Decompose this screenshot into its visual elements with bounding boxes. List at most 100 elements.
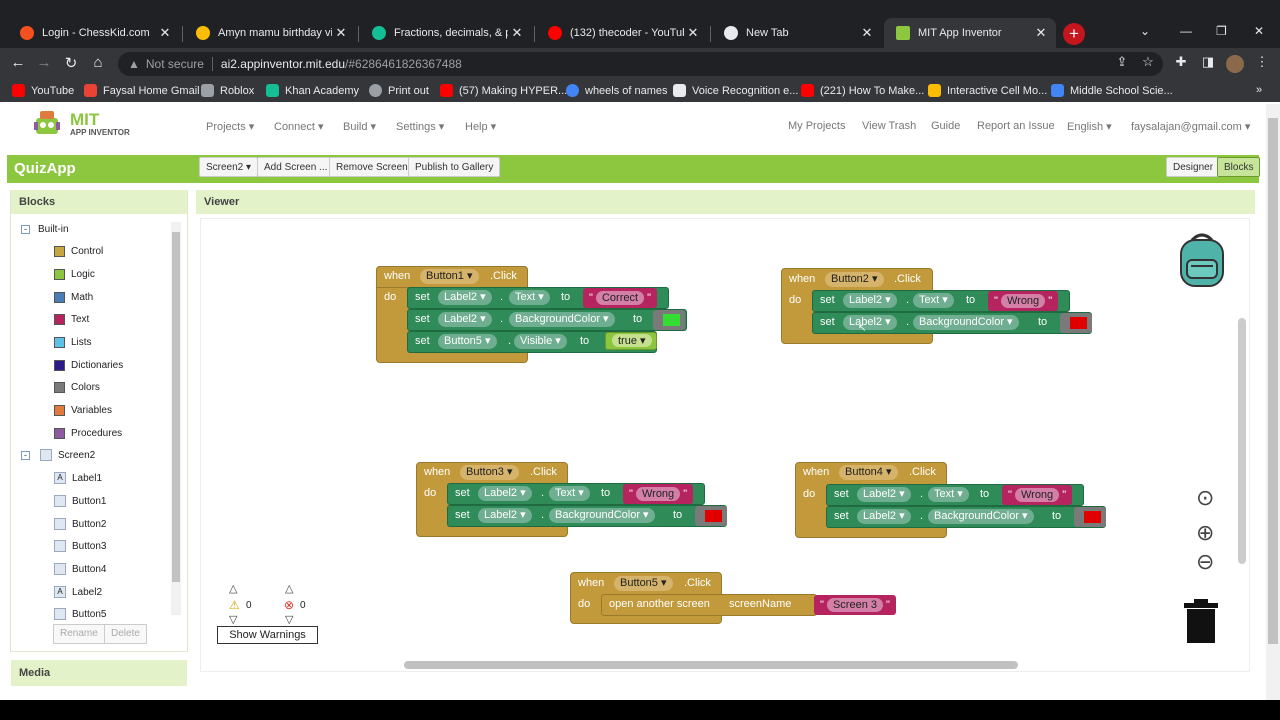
tab-youtube-thecoder[interactable]: (132) thecoder - YouTube ✕ [536,18,708,48]
close-icon[interactable]: ✕ [508,25,526,41]
menu-build[interactable]: Build ▾ [343,120,376,133]
tree-button4[interactable]: Button4 [54,563,106,575]
blocks-scrollbar-thumb[interactable] [172,232,180,582]
tab-chesskid[interactable]: Login - ChessKid.com ✕ [8,18,180,48]
tab-new-tab[interactable]: New Tab ✕ [712,18,882,48]
button4-dropdown[interactable]: Button4 ▾ [839,465,898,480]
share-icon[interactable]: ⇪ [1112,54,1132,70]
tree-label2[interactable]: A Label2 [54,586,102,598]
button1-dropdown[interactable]: Button1 ▾ [420,269,479,284]
forward-icon[interactable]: → [34,54,54,71]
trash-icon[interactable] [1182,597,1220,645]
text-string-block[interactable]: " Correct " [583,288,657,308]
warning-prev-icon[interactable]: △ [229,582,237,595]
menu-settings[interactable]: Settings ▾ [396,120,444,133]
sidebar-icon[interactable]: ◨ [1198,54,1218,70]
link-my-projects[interactable]: My Projects [788,120,845,132]
tree-screen2[interactable]: Screen2 [40,449,95,461]
add-screen-button[interactable]: Add Screen ... [257,157,335,177]
menu-help[interactable]: Help ▾ [465,120,496,133]
bgcolor-property-dropdown[interactable]: BackgroundColor ▾ [913,315,1019,330]
tree-button2[interactable]: Button2 [54,518,106,530]
green-color-swatch[interactable] [663,314,680,326]
label2-dropdown[interactable]: Label2 ▾ [478,486,532,501]
window-close-icon[interactable]: ✕ [1254,24,1264,38]
recenter-icon[interactable]: ⊙ [1196,485,1214,511]
avatar[interactable] [1226,55,1244,73]
text-property-dropdown[interactable]: Text ▾ [509,290,550,305]
tree-lists[interactable]: Lists [54,337,92,348]
button2-dropdown[interactable]: Button2 ▾ [825,272,884,287]
red-color-swatch[interactable] [1084,511,1101,523]
close-icon[interactable]: ✕ [858,25,876,41]
tree-text[interactable]: Text [54,314,89,325]
text-property-dropdown[interactable]: Text ▾ [928,487,969,502]
show-warnings-button[interactable]: Show Warnings [217,626,318,644]
red-color-swatch[interactable] [705,510,722,522]
text-string-block[interactable]: " Wrong " [988,291,1059,311]
menu-connect[interactable]: Connect ▾ [274,120,324,133]
tree-control[interactable]: Control [54,246,103,257]
button3-dropdown[interactable]: Button3 ▾ [460,465,519,480]
text-string-block[interactable]: " Wrong " [623,484,694,504]
kebab-menu-icon[interactable]: ⋮ [1252,54,1272,70]
close-icon[interactable]: ✕ [156,25,174,41]
bookmark-how-to-make[interactable]: (221) How To Make... [801,84,924,97]
bookmark-making-hyper[interactable]: (57) Making HYPER... [440,84,567,97]
close-icon[interactable]: ✕ [1032,25,1050,41]
address-bar[interactable]: ▲ Not secure ai2.appinventor.mit.edu/#62… [118,52,1163,76]
warning-icon[interactable]: ▲ [128,57,140,71]
close-icon[interactable]: ✕ [332,25,350,41]
label2-dropdown[interactable]: Label2 ▾ [857,487,911,502]
home-icon[interactable]: ⌂ [88,54,108,71]
bookmark-voice-recognition[interactable]: Voice Recognition e... [673,84,798,97]
label2-dropdown[interactable]: Label2 ▾ [843,293,897,308]
bookmark-print-out[interactable]: Print out [369,84,429,97]
rename-button[interactable]: Rename [53,624,105,644]
color-block[interactable] [695,506,727,526]
tree-builtin[interactable]: Built-in [38,224,69,235]
new-tab-button[interactable]: + [1063,23,1085,45]
remove-screen-button[interactable]: Remove Screen [329,157,415,177]
screen-select[interactable]: Screen2 ▾ [199,157,259,177]
close-icon[interactable]: ✕ [684,25,702,41]
bookmark-roblox[interactable]: Roblox [201,84,254,97]
link-report-issue[interactable]: Report an Issue [977,120,1055,132]
bookmark-star-icon[interactable]: ☆ [1138,54,1158,70]
menu-projects[interactable]: Projects ▾ [206,120,254,133]
error-prev-icon[interactable]: △ [285,582,293,595]
language-select[interactable]: English ▾ [1067,120,1112,133]
true-logic-block[interactable]: true ▾ [605,332,657,350]
tree-label1[interactable]: A Label1 [54,472,102,484]
minimize-icon[interactable]: — [1180,24,1192,38]
text-property-dropdown[interactable]: Text ▾ [549,486,590,501]
collapse-builtin-icon[interactable]: - [21,225,30,234]
account-menu[interactable]: faysalajan@gmail.com ▾ [1131,120,1250,133]
label2-dropdown[interactable]: Label2 ▾ [857,509,911,524]
text-string-block[interactable]: " Wrong " [1002,485,1073,505]
zoom-out-icon[interactable]: ⊖ [1196,549,1214,575]
page-scrollbar-thumb[interactable] [1268,118,1278,644]
color-block[interactable] [1074,507,1106,527]
bookmark-khan-academy[interactable]: Khan Academy [266,84,359,97]
tab-search-icon[interactable]: ⌄ [1140,24,1150,38]
tab-birthday-video[interactable]: Amyn mamu birthday video✕ [184,18,356,48]
bgcolor-property-dropdown[interactable]: BackgroundColor ▾ [549,508,655,523]
delete-button[interactable]: Delete [104,624,147,644]
tree-button3[interactable]: Button3 [54,540,106,552]
bookmark-interactive-cell[interactable]: Interactive Cell Mo... [928,84,1047,97]
bookmark-gmail[interactable]: Faysal Home Gmail [84,84,200,97]
back-icon[interactable]: ← [8,54,28,71]
maximize-icon[interactable]: ❐ [1216,24,1227,38]
tree-math[interactable]: Math [54,292,93,303]
bgcolor-property-dropdown[interactable]: BackgroundColor ▾ [928,509,1034,524]
zoom-in-icon[interactable]: ⊕ [1196,520,1214,546]
bookmark-youtube[interactable]: YouTube [12,84,74,97]
publish-gallery-button[interactable]: Publish to Gallery [408,157,501,177]
extensions-icon[interactable]: ✚ [1171,54,1191,70]
visible-property-dropdown[interactable]: Visible ▾ [514,334,567,349]
designer-button[interactable]: Designer [1166,157,1221,177]
tree-colors[interactable]: Colors [54,382,100,393]
tree-variables[interactable]: Variables [54,405,112,416]
button5-dropdown[interactable]: Button5 ▾ [614,576,673,591]
